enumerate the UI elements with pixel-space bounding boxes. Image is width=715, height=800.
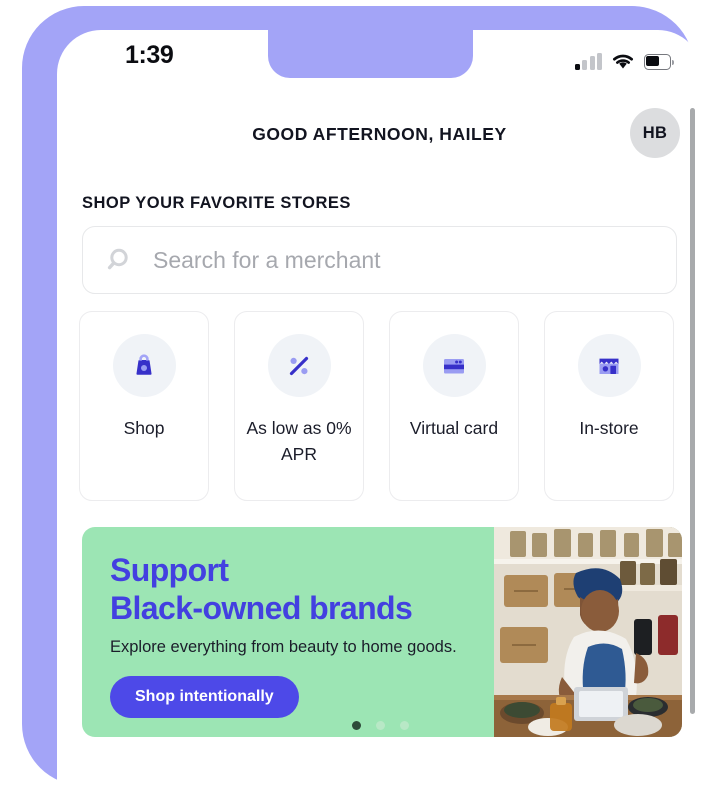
device-notch [268,30,473,78]
carousel-dots[interactable] [352,721,409,730]
quick-action-label: Shop [123,418,165,438]
quick-action-apr[interactable]: As low as 0% APR [234,311,364,501]
avatar[interactable]: HB [630,108,680,158]
promo-banner-card[interactable]: Support Black-owned brands Explore every… [82,527,682,737]
wifi-icon [613,54,633,69]
search-bar[interactable] [82,226,677,294]
percent-icon [267,334,331,397]
battery-icon [644,54,674,70]
shop-intentionally-button[interactable]: Shop intentionally [110,675,299,718]
search-input[interactable] [153,246,676,274]
status-bar-time: 1:39 [125,41,174,69]
storefront-icon [577,334,641,397]
quick-action-in-store[interactable]: In-store [544,311,674,501]
section-heading: SHOP YOUR FAVORITE STORES [82,194,351,212]
quick-actions-row: Shop As low as 0% APR Virtual card In-st… [79,311,674,501]
app-header: GOOD AFTERNOON, HAILEY HB [57,102,702,178]
phone-screen: 1:39 GOOD AFTERNOON, HAILEY HB SHOP YOUR… [57,30,702,800]
phone-frame: 1:39 GOOD AFTERNOON, HAILEY HB SHOP YOUR… [22,6,702,800]
carousel-dot-3[interactable] [400,721,409,730]
search-icon [107,248,128,270]
quick-action-label: Virtual card [409,418,499,438]
carousel-dot-1[interactable] [352,721,361,730]
shopping-bag-icon [112,334,176,397]
promo-headline-line1: Support [110,552,229,588]
quick-action-label: In-store [579,418,639,438]
scrollbar-thumb[interactable] [690,108,695,714]
status-bar-icons [574,46,674,70]
cellular-signal-icon [574,53,602,70]
carousel-dot-2[interactable] [376,721,385,730]
quick-action-virtual-card[interactable]: Virtual card [389,311,519,501]
page-scrollbar[interactable] [690,108,695,714]
page-title: GOOD AFTERNOON, HAILEY [252,124,507,144]
credit-card-icon [422,334,486,397]
merchant-photo-illustration [494,527,682,737]
promo-text-area: Support Black-owned brands Explore every… [82,527,494,737]
promo-photo [494,527,682,737]
quick-action-shop[interactable]: Shop [79,311,209,501]
promo-headline-line2: Black-owned brands [110,589,413,626]
promo-subtitle: Explore everything from beauty to home g… [110,637,457,656]
quick-action-label: As low as 0% APR [246,418,352,465]
